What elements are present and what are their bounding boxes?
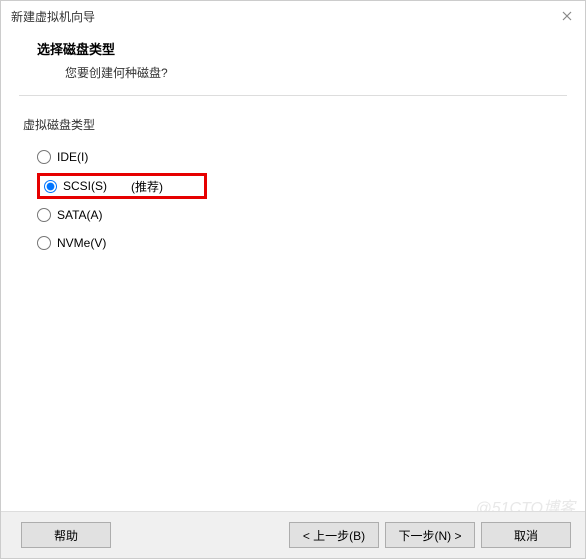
radio-scsi-label[interactable]: SCSI(S)	[63, 179, 107, 193]
radio-sata[interactable]	[37, 208, 51, 222]
close-icon	[562, 11, 572, 21]
titlebar: 新建虚拟机向导	[1, 1, 585, 31]
radio-ide[interactable]	[37, 150, 51, 164]
disk-type-radio-group: IDE(I) SCSI(S) (推荐) SATA(A) NVMe(V)	[19, 143, 567, 257]
radio-scsi[interactable]	[44, 180, 57, 193]
recommended-highlight: SCSI(S) (推荐)	[37, 173, 207, 199]
cancel-button[interactable]: 取消	[481, 522, 571, 548]
page-heading: 选择磁盘类型	[37, 39, 565, 58]
help-button[interactable]: 帮助	[21, 522, 111, 548]
recommended-tag: (推荐)	[131, 178, 163, 195]
radio-row-ide: IDE(I)	[37, 143, 567, 171]
back-button[interactable]: < 上一步(B)	[289, 522, 379, 548]
radio-nvme[interactable]	[37, 236, 51, 250]
wizard-header: 选择磁盘类型 您要创建何种磁盘?	[1, 31, 585, 95]
wizard-footer: 帮助 < 上一步(B) 下一步(N) > 取消	[1, 511, 585, 558]
window-title: 新建虚拟机向导	[11, 8, 95, 25]
next-button[interactable]: 下一步(N) >	[385, 522, 475, 548]
close-button[interactable]	[557, 6, 577, 26]
radio-nvme-label[interactable]: NVMe(V)	[57, 236, 106, 250]
radio-row-sata: SATA(A)	[37, 201, 567, 229]
radio-row-nvme: NVMe(V)	[37, 229, 567, 257]
radio-ide-label[interactable]: IDE(I)	[57, 150, 88, 164]
page-subtext: 您要创建何种磁盘?	[37, 64, 565, 81]
radio-sata-label[interactable]: SATA(A)	[57, 208, 103, 222]
content-area: 虚拟磁盘类型 IDE(I) SCSI(S) (推荐) SATA(A) NVMe(…	[19, 95, 567, 257]
disk-type-group-label: 虚拟磁盘类型	[19, 116, 567, 133]
